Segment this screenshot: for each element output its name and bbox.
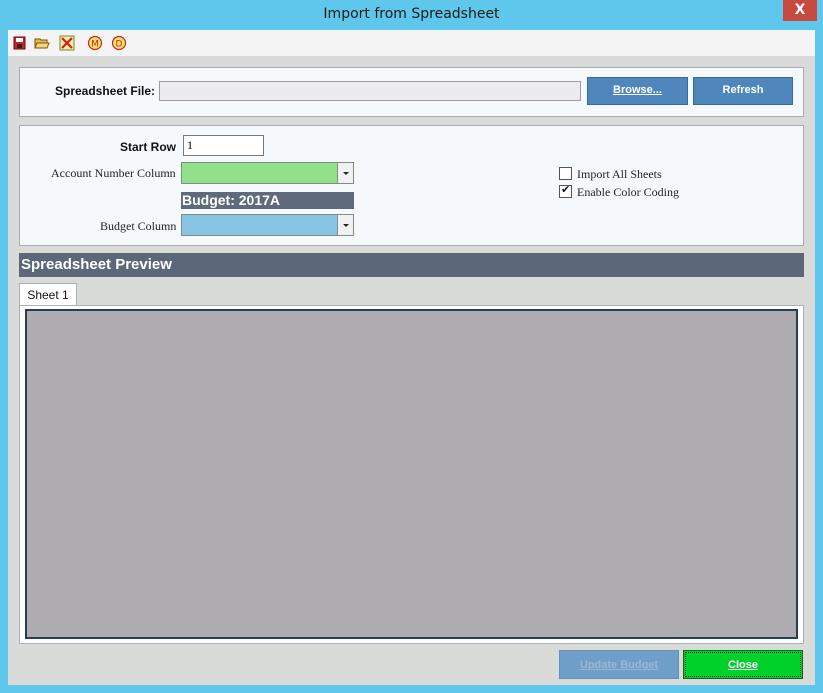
tab-sheet-1[interactable]: Sheet 1 <box>19 283 77 306</box>
browse-button[interactable]: Browse... <box>587 77 688 105</box>
browse-button-label: Browse... <box>613 84 662 96</box>
update-budget-button[interactable]: Update Budget <box>559 650 679 679</box>
budget-column-select[interactable] <box>181 214 354 236</box>
account-number-column-select[interactable] <box>181 162 354 184</box>
save-icon[interactable] <box>12 35 28 51</box>
refresh-button[interactable]: Refresh <box>693 77 793 105</box>
checkmark-icon: ✔ <box>561 183 571 196</box>
spreadsheet-preview-header: Spreadsheet Preview <box>19 253 804 277</box>
title-bar[interactable]: Import from Spreadsheet X <box>0 0 823 30</box>
chevron-down-icon[interactable] <box>337 215 353 235</box>
m-letter: M <box>91 40 99 50</box>
window-title: Import from Spreadsheet <box>323 6 500 22</box>
start-row-input[interactable]: 1 <box>183 135 264 156</box>
enable-color-coding-label: Enable Color Coding <box>577 185 679 199</box>
refresh-button-label: Refresh <box>722 84 764 96</box>
delete-icon[interactable] <box>59 35 75 51</box>
window-close-button[interactable]: X <box>783 0 817 21</box>
spreadsheet-file-label: Spreadsheet File: <box>55 84 156 98</box>
options-panel: Start Row 1 Account Number Column Budget… <box>19 125 804 246</box>
budget-banner-text: Budget: 2017A <box>182 192 281 208</box>
client-area: M D Spreadsheet File: Browse... Refresh … <box>8 30 815 685</box>
m-circle-icon[interactable]: M <box>87 35 103 51</box>
spreadsheet-preview-title: Spreadsheet Preview <box>21 256 172 273</box>
d-circle-icon[interactable]: D <box>111 35 127 51</box>
close-button[interactable]: Close <box>683 650 803 679</box>
start-row-label: Start Row <box>120 140 177 154</box>
close-icon: X <box>794 2 806 18</box>
budget-column-label: Budget Column <box>100 219 177 233</box>
close-button-label: Close <box>728 659 758 671</box>
enable-color-coding-checkbox[interactable]: ✔ <box>559 183 572 198</box>
import-window: Import from Spreadsheet X M D Spreadshee… <box>0 0 823 693</box>
spreadsheet-preview-area <box>19 305 804 644</box>
toolbar: M D <box>8 30 815 56</box>
import-all-sheets-label: Import All Sheets <box>577 167 662 181</box>
chevron-down-icon[interactable] <box>337 163 353 183</box>
d-letter: D <box>116 40 123 50</box>
spreadsheet-file-path-field[interactable] <box>159 81 581 101</box>
account-number-column-label: Account Number Column <box>51 166 176 180</box>
spreadsheet-grid[interactable] <box>25 309 798 639</box>
import-all-sheets-checkbox[interactable] <box>559 167 572 180</box>
file-panel: Spreadsheet File: Browse... Refresh <box>19 67 804 117</box>
update-budget-button-label: Update Budget <box>579 659 659 671</box>
open-folder-icon[interactable] <box>34 35 50 51</box>
budget-banner: Budget: 2017A <box>181 192 354 209</box>
